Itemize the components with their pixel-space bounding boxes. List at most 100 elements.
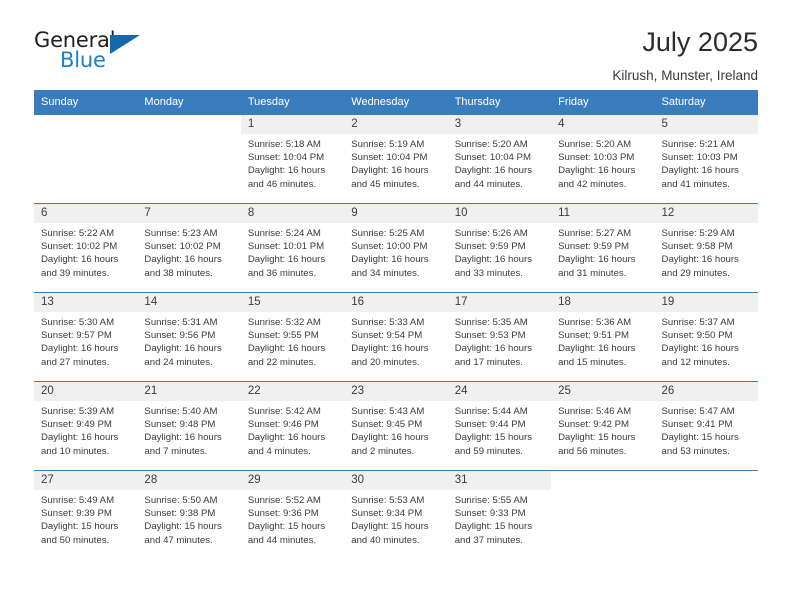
calendar-day-cell[interactable]: 28 Sunrise: 5:50 AM Sunset: 9:38 PM Dayligh… (137, 470, 241, 560)
calendar-day-cell[interactable]: 15 Sunrise: 5:32 AM Sunset: 9:55 PM Dayligh… (240, 292, 345, 382)
calendar-day-cell[interactable]: 8 Sunrise: 5:24 AM Sunset: 10:01 PM Dayligh… (240, 203, 345, 293)
calendar-day-cell[interactable]: 22 Sunrise: 5:42 AM Sunset: 9:46 PM Dayligh… (240, 381, 345, 471)
calendar-day-cell[interactable]: 10 Sunrise: 5:26 AM Sunset: 9:59 PM Dayligh… (447, 203, 552, 293)
calendar-day-cell[interactable]: 11 Sunrise: 5:27 AM Sunset: 9:59 PM Dayligh… (551, 203, 655, 293)
day-detail-daylight-1: Daylight: 16 hours (558, 254, 636, 266)
day-detail-daylight-1: Daylight: 16 hours (558, 165, 636, 177)
calendar-day-cell[interactable]: 29 Sunrise: 5:52 AM Sunset: 9:36 PM Dayligh… (240, 470, 345, 560)
day-detail-daylight-1: Daylight: 15 hours (41, 521, 119, 533)
calendar-day-cell[interactable]: 16 Sunrise: 5:33 AM Sunset: 9:54 PM Dayligh… (344, 292, 448, 382)
calendar-cell-inner: 13 Sunrise: 5:30 AM Sunset: 9:57 PM Dayligh… (34, 293, 138, 381)
calendar-day-cell[interactable]: 2 Sunrise: 5:19 AM Sunset: 10:04 PM Dayligh… (344, 114, 448, 204)
day-details: Sunrise: 5:25 AM Sunset: 10:00 PM Daylight… (344, 223, 447, 280)
day-number: 21 (137, 382, 241, 401)
day-detail-sunset: Sunset: 10:04 PM (247, 152, 325, 164)
day-detail-sunrise: Sunrise: 5:42 AM (247, 406, 321, 417)
calendar-cell-inner: 18 Sunrise: 5:36 AM Sunset: 9:51 PM Dayligh… (551, 293, 655, 381)
day-details: Sunrise: 5:32 AM Sunset: 9:55 PM Daylight:… (241, 312, 344, 369)
calendar-day-cell[interactable]: 7 Sunrise: 5:23 AM Sunset: 10:02 PM Dayligh… (137, 203, 241, 293)
day-detail-sunrise: Sunrise: 5:36 AM (558, 317, 632, 328)
day-detail-daylight-2: and 41 minutes. (661, 178, 730, 190)
calendar-cell-inner: 6 Sunrise: 5:22 AM Sunset: 10:02 PM Dayligh… (34, 204, 138, 292)
weekday-header-monday: Monday (137, 90, 241, 115)
day-detail-daylight-1: Daylight: 15 hours (144, 521, 222, 533)
day-details: Sunrise: 5:40 AM Sunset: 9:48 PM Daylight:… (137, 401, 240, 458)
day-detail-sunrise: Sunrise: 5:32 AM (247, 317, 321, 328)
calendar-day-cell[interactable]: 24 Sunrise: 5:44 AM Sunset: 9:44 PM Dayligh… (447, 381, 552, 471)
calendar-cell-inner: 10 Sunrise: 5:26 AM Sunset: 9:59 PM Dayligh… (447, 204, 552, 292)
day-detail-daylight-2: and 22 minutes. (247, 356, 317, 368)
day-detail-daylight-2: and 31 minutes. (558, 267, 627, 279)
day-detail-sunset: Sunset: 9:36 PM (247, 508, 319, 520)
calendar-cell-empty (654, 470, 758, 560)
day-detail-sunset: Sunset: 10:02 PM (144, 241, 221, 253)
calendar-cell-inner: 15 Sunrise: 5:32 AM Sunset: 9:55 PM Dayligh… (240, 293, 345, 381)
day-detail-daylight-1: Daylight: 16 hours (247, 343, 326, 355)
calendar-day-cell[interactable]: 14 Sunrise: 5:31 AM Sunset: 9:56 PM Dayligh… (137, 292, 241, 382)
calendar-day-cell[interactable]: 9 Sunrise: 5:25 AM Sunset: 10:00 PM Dayligh… (344, 203, 448, 293)
day-details: Sunrise: 5:21 AM Sunset: 10:03 PM Daylight… (655, 134, 758, 191)
day-detail-daylight-1: Daylight: 15 hours (351, 521, 429, 533)
day-detail-sunset: Sunset: 10:03 PM (661, 152, 738, 164)
calendar-day-cell[interactable]: 4 Sunrise: 5:20 AM Sunset: 10:03 PM Dayligh… (551, 114, 655, 204)
day-details: Sunrise: 5:24 AM Sunset: 10:01 PM Daylight… (241, 223, 344, 280)
calendar-day-cell[interactable]: 18 Sunrise: 5:36 AM Sunset: 9:51 PM Dayligh… (551, 292, 655, 382)
calendar-day-cell[interactable]: 19 Sunrise: 5:37 AM Sunset: 9:50 PM Dayligh… (654, 292, 758, 382)
day-details: Sunrise: 5:49 AM Sunset: 9:39 PM Daylight:… (34, 490, 137, 547)
day-detail-sunrise: Sunrise: 5:40 AM (144, 406, 218, 417)
day-detail-sunset: Sunset: 10:00 PM (351, 241, 428, 253)
calendar-week-row: 1 Sunrise: 5:18 AM Sunset: 10:04 PM Dayligh… (34, 114, 758, 204)
calendar-cell-inner: 7 Sunrise: 5:23 AM Sunset: 10:02 PM Dayligh… (137, 204, 241, 292)
day-detail-daylight-2: and 10 minutes. (41, 445, 110, 457)
day-number: 23 (344, 382, 448, 401)
calendar-cell-empty (137, 114, 241, 204)
title-block: July 2025 Kilrush, Munster, Ireland (612, 27, 758, 82)
calendar-cell-inner: 23 Sunrise: 5:43 AM Sunset: 9:45 PM Dayligh… (344, 382, 448, 470)
weekday-header-saturday: Saturday (654, 90, 758, 115)
day-detail-daylight-1: Daylight: 16 hours (41, 254, 119, 266)
general-blue-logo: General Blue (34, 28, 154, 74)
calendar-day-cell[interactable]: 12 Sunrise: 5:29 AM Sunset: 9:58 PM Dayligh… (654, 203, 758, 293)
day-detail-daylight-1: Daylight: 15 hours (454, 521, 533, 533)
calendar-day-cell[interactable]: 1 Sunrise: 5:18 AM Sunset: 10:04 PM Dayligh… (240, 114, 345, 204)
day-detail-daylight-1: Daylight: 15 hours (247, 521, 326, 533)
day-number: 27 (34, 471, 138, 490)
calendar-day-cell[interactable]: 23 Sunrise: 5:43 AM Sunset: 9:45 PM Dayligh… (344, 381, 448, 471)
calendar-day-cell[interactable]: 13 Sunrise: 5:30 AM Sunset: 9:57 PM Dayligh… (34, 292, 138, 382)
calendar-cell-inner: 17 Sunrise: 5:35 AM Sunset: 9:53 PM Dayligh… (447, 293, 552, 381)
calendar-cell-inner: 26 Sunrise: 5:47 AM Sunset: 9:41 PM Dayligh… (654, 382, 758, 470)
calendar-day-cell[interactable]: 20 Sunrise: 5:39 AM Sunset: 9:49 PM Dayligh… (34, 381, 138, 471)
day-details: Sunrise: 5:20 AM Sunset: 10:03 PM Daylight… (551, 134, 654, 191)
day-detail-sunset: Sunset: 9:59 PM (558, 241, 630, 253)
calendar-day-cell[interactable]: 5 Sunrise: 5:21 AM Sunset: 10:03 PM Dayligh… (654, 114, 758, 204)
day-detail-daylight-1: Daylight: 16 hours (351, 343, 429, 355)
calendar-day-cell[interactable]: 6 Sunrise: 5:22 AM Sunset: 10:02 PM Dayligh… (34, 203, 138, 293)
calendar-day-cell[interactable]: 26 Sunrise: 5:47 AM Sunset: 9:41 PM Dayligh… (654, 381, 758, 471)
day-detail-daylight-1: Daylight: 16 hours (351, 165, 429, 177)
calendar-day-cell[interactable]: 27 Sunrise: 5:49 AM Sunset: 9:39 PM Dayligh… (34, 470, 138, 560)
day-detail-sunrise: Sunrise: 5:27 AM (558, 228, 632, 239)
calendar-day-cell[interactable]: 17 Sunrise: 5:35 AM Sunset: 9:53 PM Dayligh… (447, 292, 552, 382)
calendar-cell-inner: 2 Sunrise: 5:19 AM Sunset: 10:04 PM Dayligh… (344, 115, 448, 203)
calendar-week-row: 27 Sunrise: 5:49 AM Sunset: 9:39 PM Dayligh… (34, 470, 758, 560)
calendar-day-cell[interactable]: 25 Sunrise: 5:46 AM Sunset: 9:42 PM Dayligh… (551, 381, 655, 471)
calendar-cell-inner: 20 Sunrise: 5:39 AM Sunset: 9:49 PM Dayligh… (34, 382, 138, 470)
day-number: 19 (654, 293, 758, 312)
page-header: General Blue July 2025 Kilrush, Munster,… (0, 0, 792, 82)
calendar-day-cell[interactable]: 21 Sunrise: 5:40 AM Sunset: 9:48 PM Dayligh… (137, 381, 241, 471)
day-number: 26 (654, 382, 758, 401)
day-detail-daylight-1: Daylight: 16 hours (41, 343, 119, 355)
calendar-cell-inner (137, 115, 240, 203)
day-detail-daylight-1: Daylight: 16 hours (144, 343, 222, 355)
day-number: 4 (551, 115, 655, 134)
calendar-cell-inner: 12 Sunrise: 5:29 AM Sunset: 9:58 PM Dayligh… (654, 204, 758, 292)
day-detail-daylight-1: Daylight: 16 hours (661, 165, 739, 177)
calendar-day-cell[interactable]: 3 Sunrise: 5:20 AM Sunset: 10:04 PM Dayligh… (447, 114, 552, 204)
calendar-day-cell[interactable]: 30 Sunrise: 5:53 AM Sunset: 9:34 PM Dayligh… (344, 470, 448, 560)
day-detail-daylight-1: Daylight: 16 hours (661, 343, 739, 355)
day-detail-sunrise: Sunrise: 5:24 AM (247, 228, 321, 239)
day-detail-sunset: Sunset: 9:48 PM (144, 419, 216, 431)
day-detail-sunrise: Sunrise: 5:19 AM (351, 139, 425, 150)
calendar-day-cell[interactable]: 31 Sunrise: 5:55 AM Sunset: 9:33 PM Dayligh… (447, 470, 552, 560)
calendar-cell-inner: 9 Sunrise: 5:25 AM Sunset: 10:00 PM Dayligh… (344, 204, 448, 292)
